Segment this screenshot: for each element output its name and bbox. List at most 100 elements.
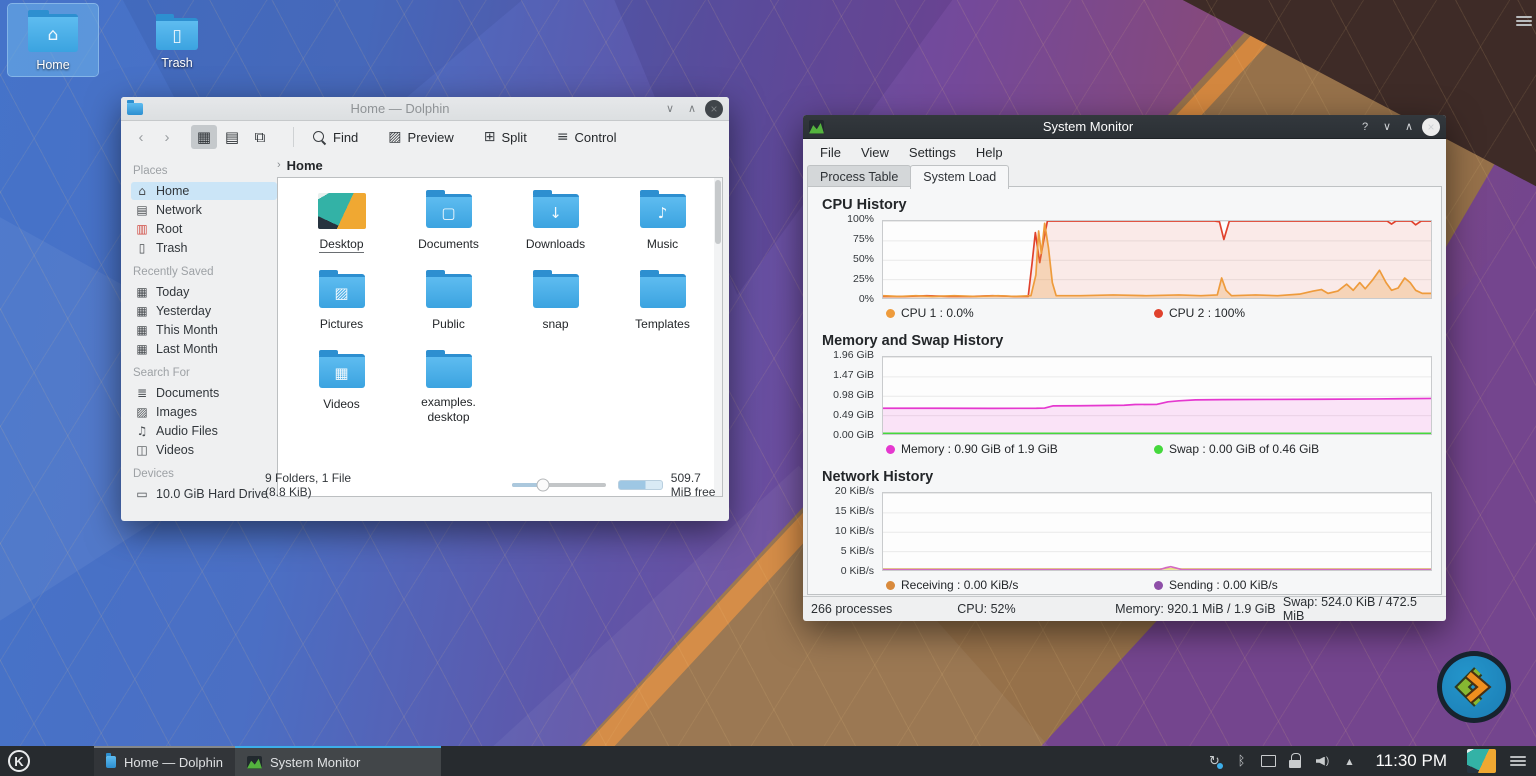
view-mode-button[interactable] [191,125,217,149]
folder-emblem-icon [334,284,348,302]
y-axis-tick-label: 100% [820,213,874,226]
places-item[interactable]: Trash [131,239,277,257]
places-section-title: Places [133,165,277,177]
file-item[interactable]: examples. desktop [395,348,502,428]
desktop-toolbox-icon[interactable] [1516,16,1532,26]
places-item[interactable]: Last Month [131,340,277,358]
help-button[interactable]: ? [1356,118,1374,136]
panel-toolbox[interactable] [1508,756,1532,766]
view-mode-button[interactable] [247,125,273,149]
toolbar-button[interactable]: Split [478,129,533,145]
scrollbar[interactable] [714,178,722,496]
folder-icon [319,274,365,308]
sysmon-titlebar[interactable]: System Monitor ? ∨ ∧ × [803,115,1446,139]
places-item[interactable]: Audio Files [131,422,277,440]
legend-item: CPU 1 : 0.0% [886,306,1154,320]
places-item[interactable]: This Month [131,321,277,339]
places-item[interactable]: Root [131,220,277,238]
desktop-icon[interactable]: ⌂ Home [8,4,98,76]
minimize-button[interactable]: ∨ [661,100,679,118]
toolbar-button-icon [388,129,401,145]
tab[interactable]: System Load [910,165,1009,189]
file-item[interactable]: Desktop [288,188,395,268]
dolphin-titlebar[interactable]: Home — Dolphin ∨ ∧ × [121,97,729,121]
breadcrumb[interactable]: › Home [277,154,323,176]
places-item[interactable]: Images [131,403,277,421]
tray-icon[interactable] [1286,752,1304,770]
toolbar-button-icon [557,129,569,145]
folder-emblem-glyph: ⌂ [48,25,59,45]
legend-item: Swap : 0.00 GiB of 0.46 GiB [1154,442,1422,456]
places-item-icon [135,405,149,419]
history-graph [883,221,1431,298]
panel-toolbox-icon [1510,756,1526,766]
zoom-slider-handle[interactable] [537,479,550,492]
menu-item[interactable]: Settings [900,142,965,163]
breadcrumb-current[interactable]: Home [287,158,323,173]
file-item[interactable]: Public [395,268,502,348]
file-item[interactable]: Music [609,188,716,268]
maximize-button[interactable]: ∧ [683,100,701,118]
system-tray: 11:30 PM [1205,746,1536,776]
back-icon[interactable]: ‹ [131,129,151,146]
places-item[interactable]: Videos [131,441,277,459]
places-item[interactable]: Network [131,201,277,219]
places-item-label: Last Month [156,342,218,356]
minimize-button[interactable]: ∨ [1378,118,1396,136]
chart-title: Network History [822,469,1433,485]
places-item-label: Videos [156,443,194,457]
tray-icon[interactable] [1313,752,1331,770]
places-item[interactable]: Today [131,283,277,301]
plot-area: 1.96 GiB1.47 GiB0.98 GiB0.49 GiB0.00 GiB [882,356,1432,435]
places-item-label: Audio Files [156,424,218,438]
digital-clock[interactable]: 11:30 PM [1367,751,1455,771]
file-item[interactable]: Downloads [502,188,609,268]
places-item-label: Root [156,222,182,236]
tray-icon[interactable] [1232,752,1250,770]
file-item-label: examples. desktop [404,395,494,425]
forward-icon[interactable]: › [157,129,177,146]
task-button[interactable]: System Monitor [235,746,441,776]
places-section: Places Home Network [131,165,277,257]
toolbar-button[interactable]: Control [551,129,623,145]
menu-item[interactable]: View [852,142,898,163]
desktop-icon[interactable]: ▯ Trash [132,4,222,76]
file-item[interactable]: Videos [288,348,395,428]
places-item-icon [135,285,149,299]
file-item-label: Desktop [319,237,363,253]
zoom-slider[interactable] [512,483,606,487]
task-button[interactable]: Home — Dolphin [94,746,235,776]
places-item[interactable]: Documents [131,384,277,402]
file-item[interactable]: snap [502,268,609,348]
close-button[interactable]: × [705,100,723,118]
tray-icon[interactable] [1340,752,1358,770]
legend-item: Memory : 0.90 GiB of 1.9 GiB [886,442,1154,456]
toolbar-button[interactable]: Preview [382,129,459,145]
places-item[interactable]: Home [131,182,277,200]
file-item[interactable]: Documents [395,188,502,268]
places-item-label: Images [156,405,197,419]
y-axis-tick-label: 50% [820,253,874,266]
menubar: FileViewSettingsHelp [803,139,1446,165]
dolphin-statusbar: 9 Folders, 1 File (8.8 KiB) 509.7 MiB fr… [121,473,729,497]
view-mode-button[interactable] [219,125,245,149]
file-item[interactable]: Pictures [288,268,395,348]
menu-item[interactable]: File [811,142,850,163]
places-item-icon [135,203,149,217]
toolbar-button[interactable]: Find [306,129,364,145]
maximize-button[interactable]: ∧ [1400,118,1418,136]
folder-emblem-icon [549,204,562,222]
places-item-label: Documents [156,386,219,400]
desktop-pager[interactable] [1467,749,1496,773]
tray-icon[interactable] [1259,752,1277,770]
application-launcher[interactable]: K [0,746,38,776]
desktop-thumbnail [318,193,366,229]
tray-icon[interactable] [1205,752,1223,770]
toolbar-button-icon [312,130,327,145]
menu-item[interactable]: Help [967,142,1012,163]
file-item[interactable]: Templates [609,268,716,348]
places-item[interactable]: Yesterday [131,302,277,320]
scrollbar-handle[interactable] [715,180,721,244]
legend-dot [886,309,895,318]
close-button[interactable]: × [1422,118,1440,136]
